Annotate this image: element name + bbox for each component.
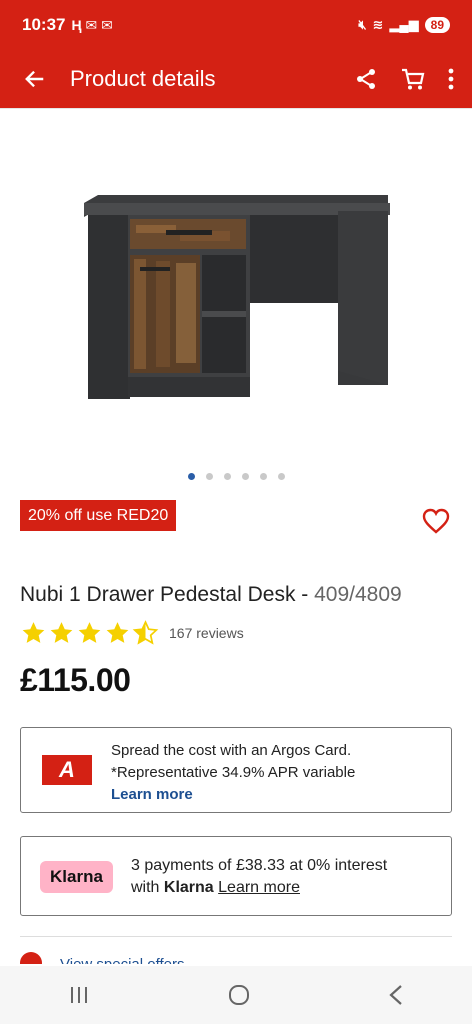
share-icon (357, 69, 375, 89)
carousel-dot[interactable] (259, 473, 267, 480)
more-options-button[interactable] (448, 68, 454, 90)
page-title: Product details (70, 66, 216, 91)
arrow-left-icon (25, 70, 44, 88)
klarna-with: with (131, 879, 160, 896)
product-image (84, 195, 390, 399)
argos-card-line1: Spread the cost with an Argos Card. (111, 742, 352, 759)
argos-learn-more-link[interactable]: Learn more (111, 784, 355, 806)
special-offers-row[interactable]: View special offers (20, 952, 452, 964)
cart-button[interactable] (400, 67, 426, 91)
divider (20, 936, 452, 937)
status-time: 10:37 (22, 15, 66, 34)
star-icon (50, 622, 73, 643)
notification-icons: Ⱨ ✉ ✉ (71, 16, 113, 33)
signal-icon: ▂▄▆ (389, 17, 419, 32)
mute-icon: 🔇︎ (358, 17, 367, 32)
product-image-carousel[interactable] (0, 108, 472, 468)
carousel-dot[interactable] (205, 473, 213, 480)
product-code: 409/4809 (314, 583, 402, 606)
product-name: Nubi 1 Drawer Pedestal Desk - (20, 583, 315, 606)
star-rating (20, 620, 159, 646)
cart-icon (402, 68, 425, 90)
star-half-icon (132, 620, 159, 645)
star-icon (106, 622, 129, 643)
home-button[interactable] (227, 983, 251, 1007)
special-offers-label[interactable]: View special offers (60, 956, 185, 964)
product-title: Nubi 1 Drawer Pedestal Desk - 409/4809 (20, 583, 402, 607)
klarna-learn-more-link[interactable]: Learn more (218, 879, 300, 896)
star-icon (22, 622, 45, 643)
wifi-icon: ≋ (372, 17, 384, 32)
star-icon (78, 622, 101, 643)
review-count[interactable]: 167 reviews (169, 625, 244, 641)
back-nav-icon (388, 985, 402, 1005)
argos-card-promo[interactable]: A Spread the cost with an Argos Card. *R… (20, 727, 452, 813)
product-rating[interactable]: 167 reviews (20, 620, 244, 646)
product-price: £115.00 (20, 662, 131, 698)
back-button[interactable] (0, 50, 70, 108)
battery-indicator: 89 (424, 17, 450, 33)
argos-card-logo: A (42, 755, 92, 785)
system-nav-bar (0, 966, 472, 1024)
klarna-brand: Klarna (163, 879, 214, 896)
system-back-button[interactable] (388, 984, 404, 1006)
klarna-line1: 3 payments of £38.33 at 0% interest (131, 857, 388, 874)
heart-icon (422, 508, 450, 534)
status-bar: 10:37 Ⱨ ✉ ✉ 🔇︎ ≋ ▂▄▆ 89 (0, 0, 472, 50)
carousel-dot[interactable] (223, 473, 231, 480)
home-icon (228, 985, 249, 1005)
recents-button[interactable] (68, 985, 90, 1005)
wishlist-button[interactable] (422, 508, 450, 539)
carousel-dot[interactable] (277, 473, 285, 480)
carousel-dot[interactable] (187, 473, 195, 480)
carousel-indicators (0, 473, 472, 480)
offer-icon (20, 952, 42, 964)
argos-card-line2: *Representative 34.9% APR variable (111, 764, 356, 781)
recents-icon (71, 987, 88, 1003)
app-bar: Product details (0, 50, 472, 108)
carousel-dot[interactable] (241, 473, 249, 480)
klarna-promo[interactable]: Klarna 3 payments of £38.33 at 0% intere… (20, 836, 452, 916)
share-button[interactable] (354, 67, 378, 91)
promo-badge: 20% off use RED20 (20, 500, 177, 531)
more-vertical-icon (448, 68, 454, 90)
klarna-logo: Klarna (40, 861, 113, 893)
